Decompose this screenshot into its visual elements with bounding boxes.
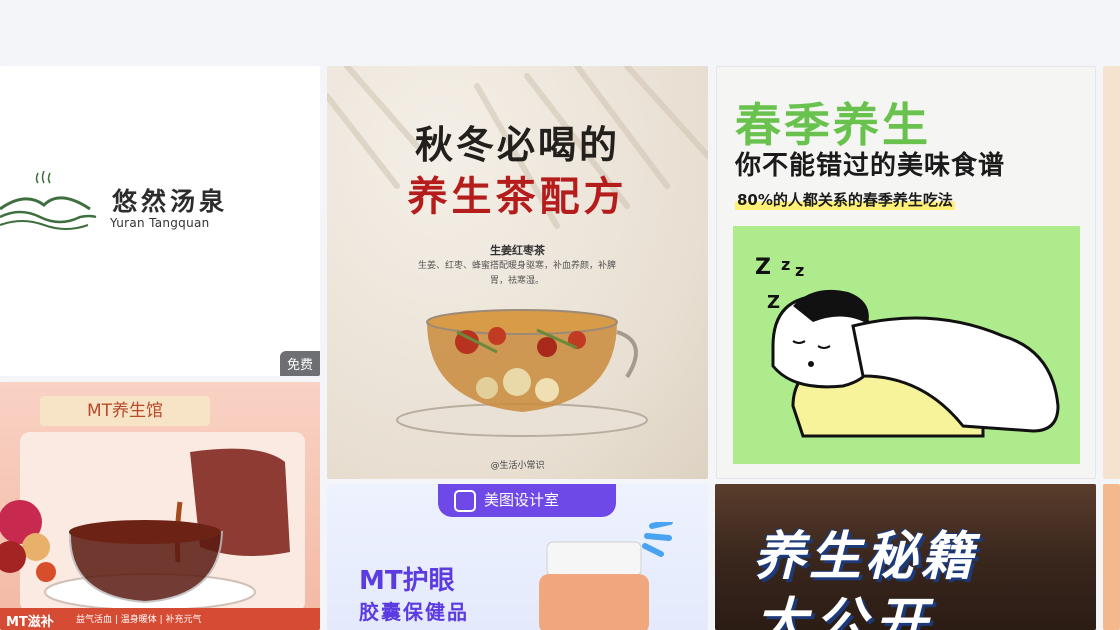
template-card-eye-care[interactable]: 美图设计室 MT护眼 胶囊保健品: [327, 484, 708, 630]
tea-title-line2: 养生茶配方: [407, 174, 628, 220]
mt-bottom-title: MT滋补: [6, 615, 54, 630]
template-card-health-secrets[interactable]: 养生秘籍 大公开: [715, 484, 1096, 630]
tea-recipe-name: 生姜红枣茶: [490, 244, 545, 257]
design-title-line2: 胶囊保健品: [359, 600, 469, 624]
template-card-tea[interactable]: 秋冬必喝的 养生茶配方 生姜红枣茶 生姜、红枣、蜂蜜搭配暖身驱寒，补血养颜，补脾…: [327, 66, 708, 479]
design-brand-label: 美图设计室: [484, 491, 560, 509]
design-brand-pill: 美图设计室: [438, 484, 616, 517]
tea-pouring-image: [0, 432, 305, 608]
secret-title-line2: 大公开: [755, 593, 936, 630]
meitu-logo-icon: [454, 489, 476, 512]
free-badge: 免费: [279, 351, 320, 376]
template-card-logo[interactable]: 悠然汤泉 Yuran Tangquan 免费: [0, 66, 320, 376]
template-card-partial-right-2[interactable]: [1103, 484, 1120, 630]
mountain-wave-icon: [0, 171, 97, 230]
mt-bottom-tags: 益气活血 | 温身暖体 | 补充元气: [76, 615, 202, 625]
svg-text:z: z: [795, 261, 804, 280]
template-card-mt-health[interactable]: MT养生馆 MT滋补 益气活血 | 温身暖体 | 补充元气: [0, 382, 320, 630]
template-card-partial-right[interactable]: [1103, 66, 1120, 479]
tea-credit: @生活小常识: [490, 461, 545, 471]
brand-name-en: Yuran Tangquan: [110, 216, 210, 230]
sleeping-illustration-panel: Z z z Z: [733, 226, 1080, 464]
brand-name-cn: 悠然汤泉: [112, 187, 229, 216]
spring-tagline: 80%的人都关系的春季养生吃法: [735, 189, 955, 210]
tea-cup-image: [396, 309, 648, 437]
template-card-spring[interactable]: 春季养生 你不能错过的美味食谱 80%的人都关系的春季养生吃法 Z z z Z: [716, 66, 1096, 479]
tea-title-line1: 秋冬必喝的: [414, 123, 620, 167]
design-title-line1: MT护眼: [359, 566, 455, 596]
spring-subtitle: 你不能错过的美味食谱: [735, 151, 1006, 181]
svg-text:Z: Z: [767, 292, 780, 313]
secret-title-line1: 养生秘籍: [753, 527, 978, 587]
tea-recipe-desc: 生姜、红枣、蜂蜜搭配暖身驱寒，补血养颜，补脾胃，祛寒湿。: [417, 261, 616, 286]
svg-text:Z: Z: [755, 255, 771, 280]
svg-text:z: z: [781, 255, 790, 274]
top-bar: [0, 0, 1120, 64]
supplement-bottle-image: [539, 522, 673, 630]
sleeping-character-illustration: Z z z Z: [755, 255, 1060, 438]
